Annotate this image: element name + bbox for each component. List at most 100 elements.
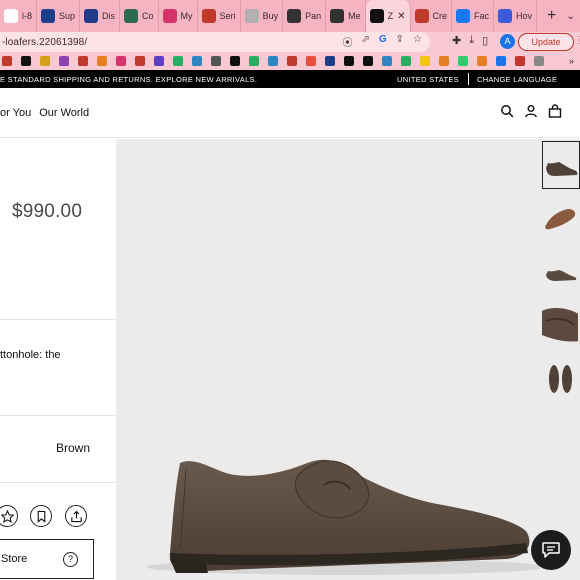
bag-icon[interactable] [548, 104, 562, 118]
bookmark-favicon-icon[interactable] [439, 56, 449, 66]
bookmark-favicon-icon[interactable] [116, 56, 126, 66]
bookmark-favicon-icon[interactable] [135, 56, 145, 66]
tab-favicon-icon [84, 9, 99, 23]
announcement-bar: E STANDARD SHIPPING AND RETURNS. EXPLORE… [0, 70, 580, 88]
thumbnail-top-close[interactable] [542, 301, 580, 349]
tab-label: Hov [516, 11, 533, 21]
bookmark-favicon-icon[interactable] [401, 56, 411, 66]
browser-tab[interactable]: Buy [241, 0, 284, 32]
divider [0, 482, 116, 483]
tab-favicon-icon [330, 9, 345, 23]
bookmark-star-icon[interactable]: ☆ [413, 34, 422, 49]
loafer-image [146, 459, 540, 575]
location-icon[interactable]: ⦿ [342, 34, 352, 49]
bookmark-favicon-icon[interactable] [249, 56, 259, 66]
bookmark-favicon-icon[interactable] [534, 56, 544, 66]
update-button[interactable]: Update [518, 33, 574, 51]
omnibox-icons: ⦿ ⬀ G ⇪ ☆ [342, 34, 422, 49]
bookmark-favicon-icon[interactable] [78, 56, 88, 66]
announcement-message[interactable]: E STANDARD SHIPPING AND RETURNS. EXPLORE… [0, 75, 257, 84]
bookmark-favicon-icon[interactable] [154, 56, 164, 66]
download-icon[interactable]: ⤓ [469, 34, 474, 47]
bookmark-favicon-icon[interactable] [306, 56, 316, 66]
bookmark-favicon-icon[interactable] [192, 56, 202, 66]
tab-label: Dis [102, 11, 116, 21]
bookmark-favicon-icon[interactable] [420, 56, 430, 66]
product-image-stage[interactable] [116, 139, 540, 580]
thumbnail-side[interactable] [542, 141, 580, 189]
bookmark-favicon-icon[interactable] [211, 56, 221, 66]
bookmark-favicon-icon[interactable] [382, 56, 392, 66]
tab-favicon-icon [414, 9, 429, 23]
share-button[interactable] [65, 505, 87, 527]
search-icon[interactable] [500, 104, 514, 118]
bookmark-favicon-icon[interactable] [97, 56, 107, 66]
browser-tab[interactable]: Me [326, 0, 366, 32]
extension-action-icon[interactable]: ⬀ [361, 34, 369, 49]
bookmark-favicon-icon[interactable] [458, 56, 468, 66]
nav-item-our-world[interactable]: Our World [39, 107, 89, 119]
browser-tab[interactable]: Fac [452, 0, 495, 32]
bookmark-favicon-icon[interactable] [344, 56, 354, 66]
extensions-puzzle-icon[interactable]: ✚ [452, 34, 461, 47]
header-icons [500, 104, 562, 118]
thumbnail-side-angled[interactable] [542, 195, 580, 243]
tab-favicon-icon [4, 9, 18, 23]
google-lens-icon[interactable]: G [379, 34, 387, 49]
tab-favicon-icon [498, 9, 513, 23]
product-color[interactable]: Brown [56, 441, 90, 455]
profile-avatar[interactable]: A [500, 34, 515, 49]
bookmark-favicon-icon[interactable] [21, 56, 31, 66]
tab-search-icon[interactable]: ⌄ [566, 11, 580, 22]
bookmark-favicon-icon[interactable] [363, 56, 373, 66]
country-selector[interactable]: UNITED STATES [397, 75, 459, 84]
bookmark-favicon-icon[interactable] [2, 56, 12, 66]
browser-tab[interactable]: Pan [283, 0, 327, 32]
browser-tab[interactable]: My [159, 0, 198, 32]
bookmark-favicon-icon[interactable] [325, 56, 335, 66]
bookmark-favicon-icon[interactable] [268, 56, 278, 66]
bookmark-favicon-icon[interactable] [59, 56, 69, 66]
browser-menu-icon[interactable]: ⋮ [575, 35, 580, 46]
browser-toolbar: -loafers.22061398/ ⦿ ⬀ G ⇪ ☆ ✚ ⤓ ▯ A Upd… [0, 32, 580, 52]
nav-item-for-you[interactable]: or You [0, 107, 31, 119]
tab-label: Buy [262, 11, 279, 21]
bookmark-favicon-icon[interactable] [287, 56, 297, 66]
new-tab-button[interactable]: + [537, 7, 566, 25]
browser-tab[interactable]: l-8 [0, 0, 38, 32]
browser-tab[interactable]: Z ✕ [365, 0, 411, 32]
thumbnail-pair-top[interactable] [542, 355, 580, 403]
bookmark-favicon-icon[interactable] [230, 56, 240, 66]
thumbnail-rail [540, 139, 580, 580]
close-tab-icon[interactable]: ✕ [397, 11, 405, 22]
bookmark-favicon-icon[interactable] [515, 56, 525, 66]
find-in-store-button[interactable]: Store ? [0, 539, 94, 579]
browser-tab-strip: l-8 Sup Dis Co My Seri Buy Pan Me Z ✕ Cre Fac Hov + ⌄ [0, 0, 580, 32]
browser-tab[interactable]: Dis [80, 0, 121, 32]
address-bar[interactable]: -loafers.22061398/ ⦿ ⬀ G ⇪ ☆ [0, 32, 430, 52]
save-button[interactable] [30, 505, 52, 527]
bookmarks-overflow-icon[interactable]: » [569, 56, 580, 66]
divider [0, 415, 116, 416]
product-description: ttonhole: the [0, 349, 61, 361]
url-text[interactable]: -loafers.22061398/ [2, 37, 87, 48]
chat-launcher-button[interactable] [531, 530, 571, 570]
bookmark-favicon-icon[interactable] [496, 56, 506, 66]
browser-tab[interactable]: Hov [494, 0, 538, 32]
bookmark-favicon-icon[interactable] [173, 56, 183, 66]
tab-label: My [180, 11, 193, 21]
share-page-icon[interactable]: ⇪ [396, 34, 404, 49]
browser-tab[interactable]: Co [120, 0, 159, 32]
browser-tab[interactable]: Sup [37, 0, 81, 32]
bookmark-favicon-icon[interactable] [40, 56, 50, 66]
help-icon[interactable]: ? [63, 552, 78, 567]
account-icon[interactable] [524, 104, 538, 118]
thumbnail-side-small[interactable] [542, 249, 580, 297]
change-language-link[interactable]: CHANGE LANGUAGE [477, 75, 557, 84]
side-panel-icon[interactable]: ▯ [482, 34, 488, 47]
tab-favicon-icon [369, 9, 384, 23]
browser-tab[interactable]: Seri [198, 0, 241, 32]
wishlist-button[interactable] [0, 505, 18, 527]
browser-tab[interactable]: Cre [411, 0, 453, 32]
bookmark-favicon-icon[interactable] [477, 56, 487, 66]
